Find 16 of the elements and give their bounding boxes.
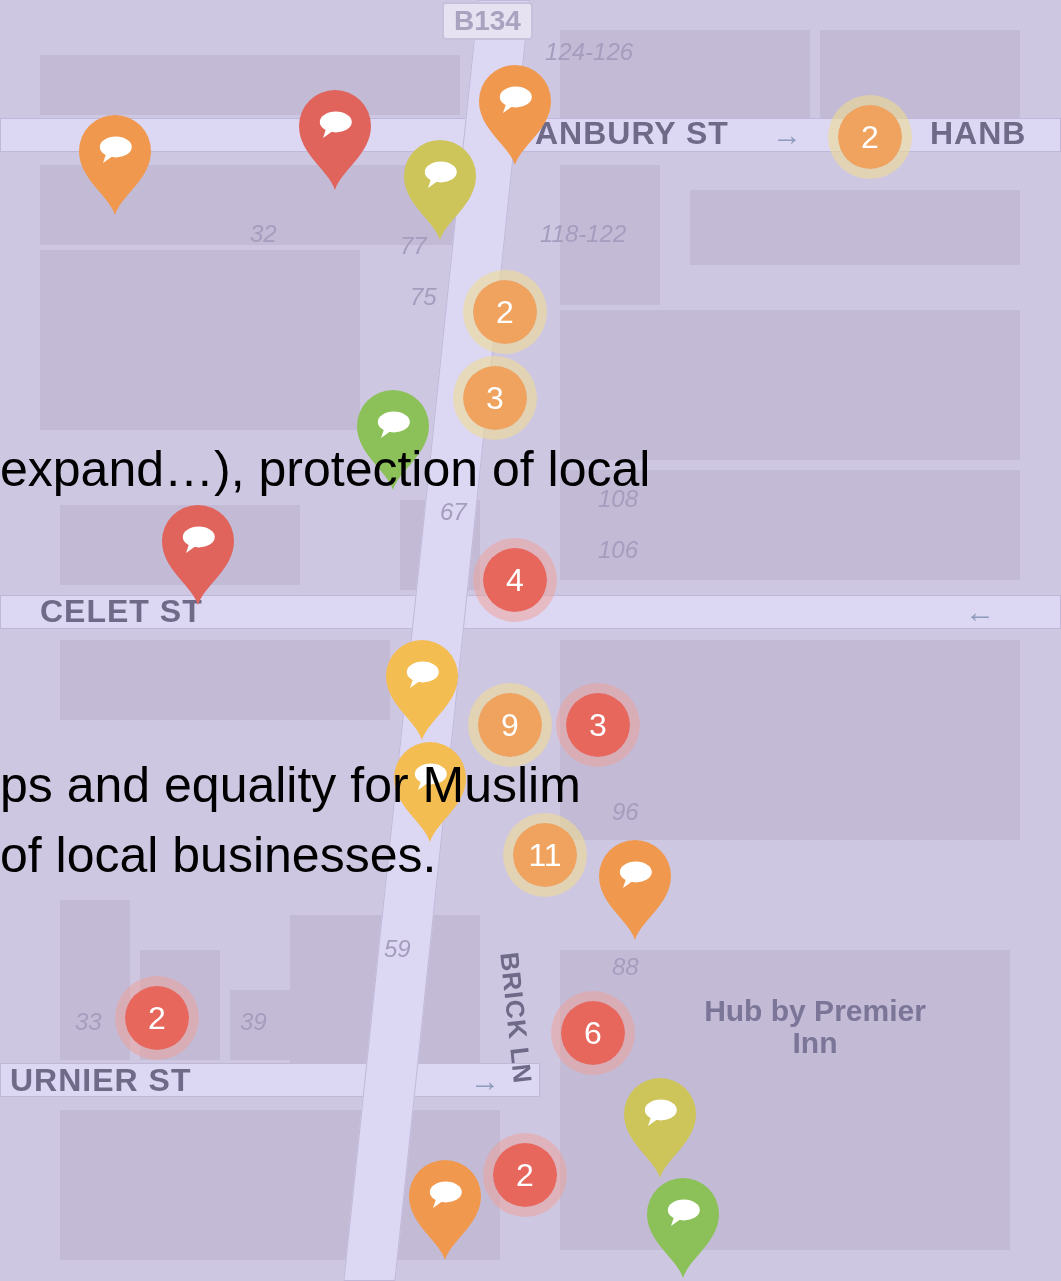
street-label: CELET ST <box>40 595 203 627</box>
cluster-marker[interactable]: 2 <box>463 270 547 354</box>
cluster-marker[interactable]: 11 <box>503 813 587 897</box>
direction-arrow: → <box>772 120 802 150</box>
direction-arrow: ← <box>965 597 995 627</box>
place-label: Hub by Premier Inn <box>703 995 927 1058</box>
house-number: 67 <box>440 500 467 524</box>
cluster-marker[interactable]: 3 <box>453 356 537 440</box>
slide-text: of local businesses. <box>0 830 437 880</box>
road-shield: B134 <box>442 2 533 40</box>
house-number: 59 <box>384 937 411 961</box>
street-label: ANBURY ST <box>535 117 729 149</box>
street-label: HANB <box>930 117 1027 149</box>
cluster-marker[interactable]: 2 <box>828 95 912 179</box>
street-label: URNIER ST <box>10 1064 192 1096</box>
cluster-marker[interactable]: 9 <box>468 683 552 767</box>
